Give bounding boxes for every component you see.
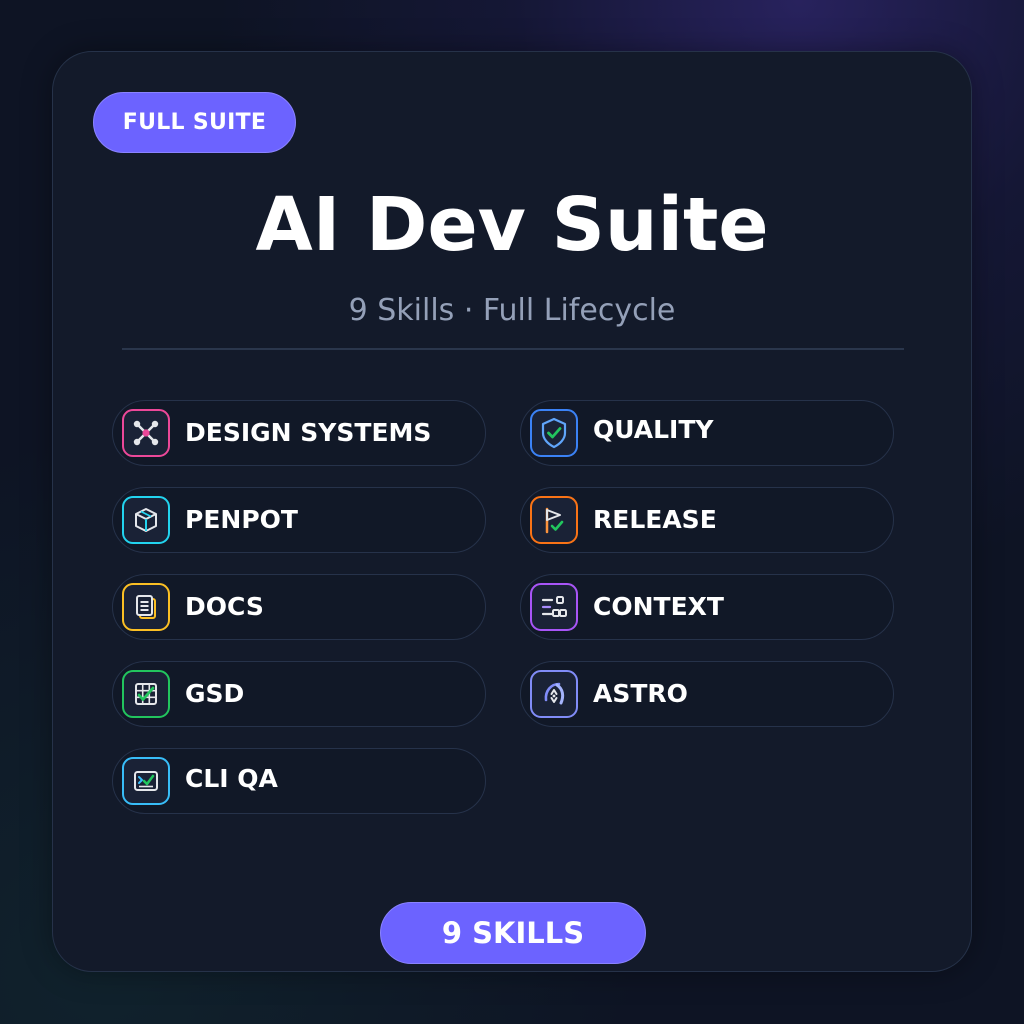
suite-card: FULL SUITE AI Dev Suite 9 Skills · Full …: [52, 51, 972, 972]
cube-icon: [122, 496, 170, 544]
skill-item-astro[interactable]: ASTRO: [520, 661, 894, 727]
skill-label: GSD: [185, 679, 245, 708]
shield-check-icon: [530, 409, 578, 457]
skill-item-gsd[interactable]: GSD: [112, 661, 486, 727]
page-title: AI Dev Suite: [255, 182, 769, 268]
skill-item-release[interactable]: RELEASE: [520, 487, 894, 553]
skill-label: RELEASE: [593, 505, 717, 534]
design-systems-icon: [122, 409, 170, 457]
skill-label: ASTRO: [593, 679, 688, 708]
skill-item-design-systems[interactable]: DESIGN SYSTEMS: [112, 400, 486, 466]
skill-item-context[interactable]: CONTEXT: [520, 574, 894, 640]
divider: [122, 348, 904, 350]
context-sliders-icon: [530, 583, 578, 631]
skills-grid: DESIGN SYSTEMS QUALITY PENPOT RELEASE DO…: [112, 400, 894, 816]
skill-item-cli-qa[interactable]: CLI QA: [112, 748, 486, 814]
page-subtitle: 9 Skills · Full Lifecycle: [348, 293, 676, 328]
astro-icon: [530, 670, 578, 718]
skills-count-badge: 9 SKILLS: [380, 902, 646, 964]
flag-check-icon: [530, 496, 578, 544]
skill-item-penpot[interactable]: PENPOT: [112, 487, 486, 553]
skill-item-quality[interactable]: QUALITY: [520, 400, 894, 466]
skill-label: PENPOT: [185, 505, 298, 534]
skill-label: CLI QA: [185, 764, 278, 793]
skill-label: DOCS: [185, 592, 264, 621]
grid-check-icon: [122, 670, 170, 718]
document-icon: [122, 583, 170, 631]
skill-label: CONTEXT: [593, 592, 724, 621]
skill-label: QUALITY: [593, 415, 714, 444]
skill-item-docs[interactable]: DOCS: [112, 574, 486, 640]
terminal-check-icon: [122, 757, 170, 805]
skill-label: DESIGN SYSTEMS: [185, 418, 432, 447]
full-suite-badge: FULL SUITE: [93, 92, 296, 153]
